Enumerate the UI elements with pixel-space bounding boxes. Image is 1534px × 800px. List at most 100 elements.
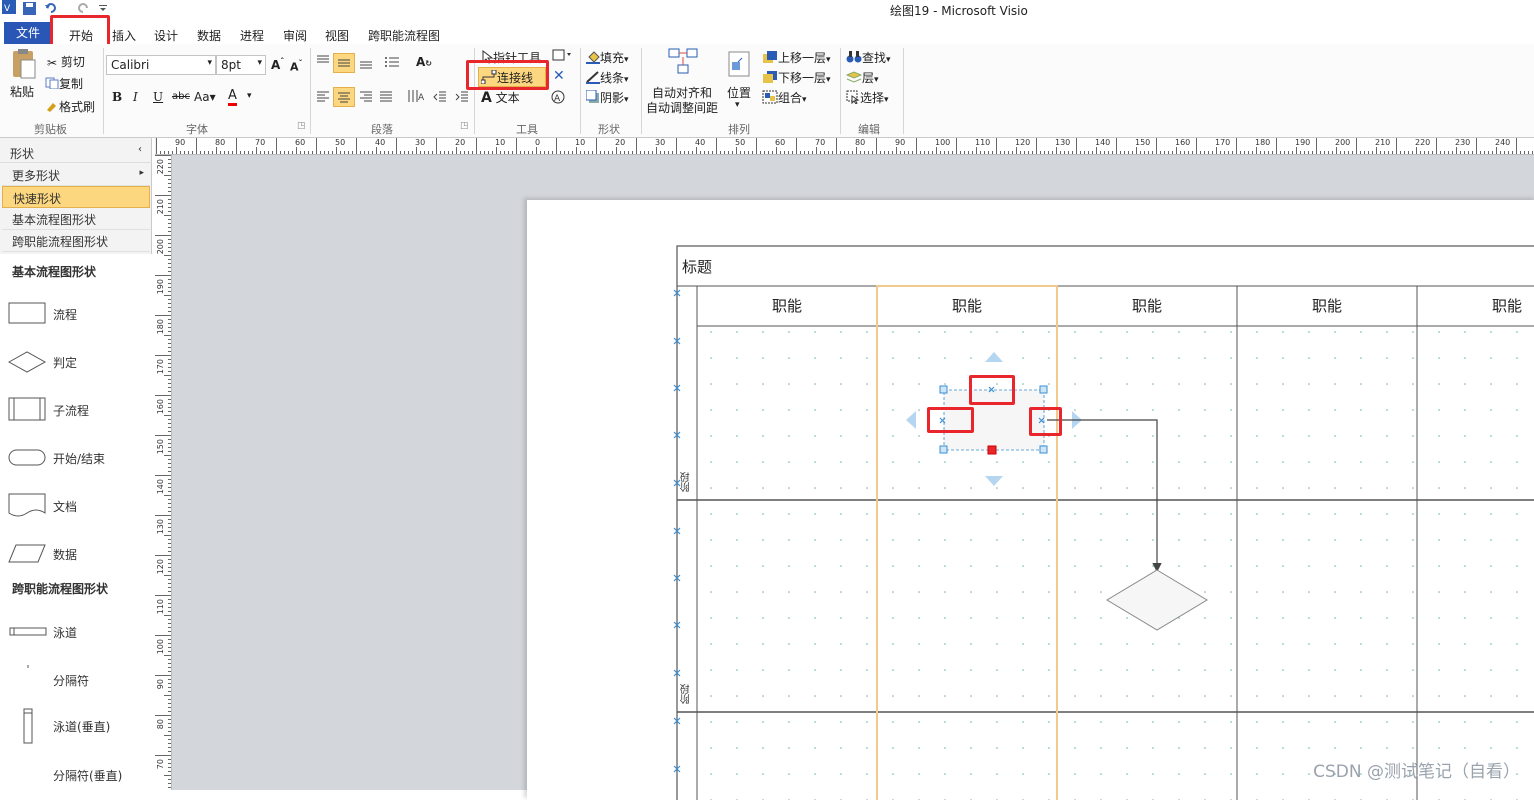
- decrease-indent-icon[interactable]: [433, 90, 447, 105]
- shape-separator[interactable]: 分隔符: [8, 665, 148, 695]
- group-button[interactable]: 组合▾: [762, 89, 807, 107]
- lane-header[interactable]: 职能: [1417, 286, 1534, 326]
- auto-align-icon[interactable]: [667, 47, 701, 80]
- shape-process[interactable]: 流程: [8, 299, 148, 329]
- strikethrough-icon[interactable]: abc: [172, 91, 190, 102]
- phase-label[interactable]: 阶段: [679, 684, 694, 704]
- font-size-select[interactable]: 8pt▾: [216, 55, 266, 75]
- connector-icon: [481, 70, 497, 87]
- align-right-icon[interactable]: [359, 90, 373, 105]
- fill-button[interactable]: 填充▾: [586, 49, 629, 67]
- phase-label[interactable]: 阶段: [679, 472, 694, 492]
- diagram-title[interactable]: 标题: [682, 256, 712, 277]
- dialog-launcher-icon[interactable]: ◳: [460, 121, 469, 131]
- layers-button[interactable]: 层▾: [846, 69, 879, 87]
- paint-bucket-icon: [586, 50, 600, 67]
- bullets-icon[interactable]: [384, 55, 400, 72]
- save-icon[interactable]: [22, 1, 36, 15]
- ruler-tick-label: 80: [156, 719, 165, 729]
- quick-shapes-item[interactable]: 快速形状: [2, 186, 150, 208]
- justify-icon[interactable]: [379, 90, 393, 105]
- tab-data[interactable]: 数据: [197, 25, 221, 43]
- bring-forward-button[interactable]: 上移一层▾: [762, 49, 831, 67]
- grow-font-icon[interactable]: Aˆ: [271, 57, 284, 72]
- visio-logo-icon: V: [2, 0, 16, 14]
- chevron-down-icon[interactable]: ▾: [735, 100, 740, 110]
- paste-button[interactable]: 粘贴: [10, 83, 34, 100]
- font-color-icon[interactable]: A: [228, 88, 237, 106]
- chevron-down-icon: ▾: [826, 55, 831, 65]
- bold-icon[interactable]: B: [112, 90, 122, 104]
- lane-header[interactable]: 职能: [877, 286, 1057, 326]
- auto-space-label[interactable]: 自动调整间距: [646, 99, 718, 116]
- shadow-button[interactable]: 阴影▾: [586, 89, 629, 107]
- collapse-panel-icon[interactable]: ‹: [138, 144, 142, 155]
- chevron-down-icon: ▾: [624, 95, 629, 105]
- connector-tool-button[interactable]: 连接线: [478, 67, 546, 87]
- tab-home[interactable]: 开始: [69, 25, 93, 43]
- vertical-text-icon[interactable]: A: [406, 89, 424, 106]
- underline-icon[interactable]: U: [153, 90, 163, 104]
- ruler-tick-label: 10: [574, 138, 586, 147]
- shrink-font-icon[interactable]: Aˇ: [290, 59, 303, 74]
- send-backward-button[interactable]: 下移一层▾: [762, 69, 831, 87]
- paste-icon[interactable]: [9, 48, 37, 83]
- format-painter-button[interactable]: 格式刷: [45, 98, 95, 115]
- align-center-icon[interactable]: [333, 87, 355, 107]
- copy-button[interactable]: 复制: [45, 75, 83, 92]
- rotate-text-icon[interactable]: A: [550, 89, 566, 108]
- change-case-icon[interactable]: Aa▾: [194, 90, 216, 104]
- font-size-value: 8pt: [221, 58, 241, 72]
- tab-cross-functional[interactable]: 跨职能流程图: [368, 25, 440, 43]
- text-direction-icon[interactable]: A↻: [416, 55, 432, 69]
- align-top-icon[interactable]: [316, 54, 330, 69]
- shape-subprocess[interactable]: 子流程: [8, 395, 148, 425]
- position-button[interactable]: 位置: [727, 84, 751, 101]
- position-icon[interactable]: [726, 50, 754, 83]
- more-shapes-item[interactable]: 更多形状▸: [2, 164, 150, 186]
- tab-process[interactable]: 进程: [240, 25, 264, 43]
- basic-flowchart-item[interactable]: 基本流程图形状: [2, 208, 150, 230]
- align-bottom-icon[interactable]: [359, 57, 373, 72]
- customize-quick-access-icon[interactable]: [96, 1, 110, 15]
- font-family-select[interactable]: Calibri▾: [106, 55, 216, 75]
- lane-header[interactable]: 职能: [1237, 286, 1417, 326]
- chevron-down-icon[interactable]: ▾: [247, 91, 252, 101]
- align-left-icon[interactable]: [316, 90, 330, 105]
- shape-start-end[interactable]: 开始/结束: [8, 443, 148, 473]
- text-tool-button[interactable]: A 文本: [481, 89, 520, 106]
- tab-file[interactable]: 文件: [4, 22, 52, 44]
- align-middle-icon[interactable]: [333, 53, 355, 73]
- italic-icon[interactable]: I: [133, 90, 138, 104]
- shape-separator-vertical[interactable]: 分隔符(垂直): [8, 760, 148, 790]
- drawing-page[interactable]: 标题 职能 职能 职能 职能 职能 阶段 阶段: [527, 200, 1534, 800]
- shape-swimlane-vertical[interactable]: 泳道(垂直): [8, 711, 148, 741]
- undo-icon[interactable]: [44, 1, 58, 15]
- line-button[interactable]: 线条▾: [586, 69, 629, 87]
- ruler-tick-label: 80: [214, 138, 226, 147]
- tab-design[interactable]: 设计: [154, 25, 178, 43]
- shape-swimlane[interactable]: 泳道: [8, 617, 148, 647]
- connection-point-icon[interactable]: ✕: [553, 68, 565, 84]
- drawing-canvas[interactable]: 标题 职能 职能 职能 职能 职能 阶段 阶段: [172, 155, 1534, 790]
- shape-data[interactable]: 数据: [8, 539, 148, 569]
- cut-button[interactable]: ✂ 剪切: [47, 53, 85, 70]
- cross-functional-item[interactable]: 跨职能流程图形状: [2, 230, 150, 252]
- shapes-panel: 形状 ‹ 更多形状▸ 快速形状 基本流程图形状 跨职能流程图形状 基本流程图形状…: [0, 138, 152, 790]
- lane-header[interactable]: 职能: [1057, 286, 1237, 326]
- select-button[interactable]: 选择▾: [846, 89, 889, 107]
- binoculars-icon: [846, 50, 862, 67]
- tab-insert[interactable]: 插入: [112, 25, 136, 43]
- tab-review[interactable]: 审阅: [283, 25, 307, 43]
- shape-document[interactable]: 文档: [8, 491, 148, 521]
- increase-indent-icon[interactable]: [455, 90, 469, 105]
- tab-view[interactable]: 视图: [325, 25, 349, 43]
- redo-icon[interactable]: [76, 1, 90, 15]
- ruler-tick-label: 100: [156, 639, 165, 654]
- dialog-launcher-icon[interactable]: ◳: [297, 121, 306, 131]
- lane-header[interactable]: 职能: [697, 286, 877, 326]
- find-button[interactable]: 查找▾: [846, 49, 891, 67]
- pointer-tool-button[interactable]: 指针工具: [481, 49, 541, 67]
- rectangle-tool-icon[interactable]: [552, 49, 572, 64]
- shape-decision[interactable]: 判定: [8, 347, 148, 377]
